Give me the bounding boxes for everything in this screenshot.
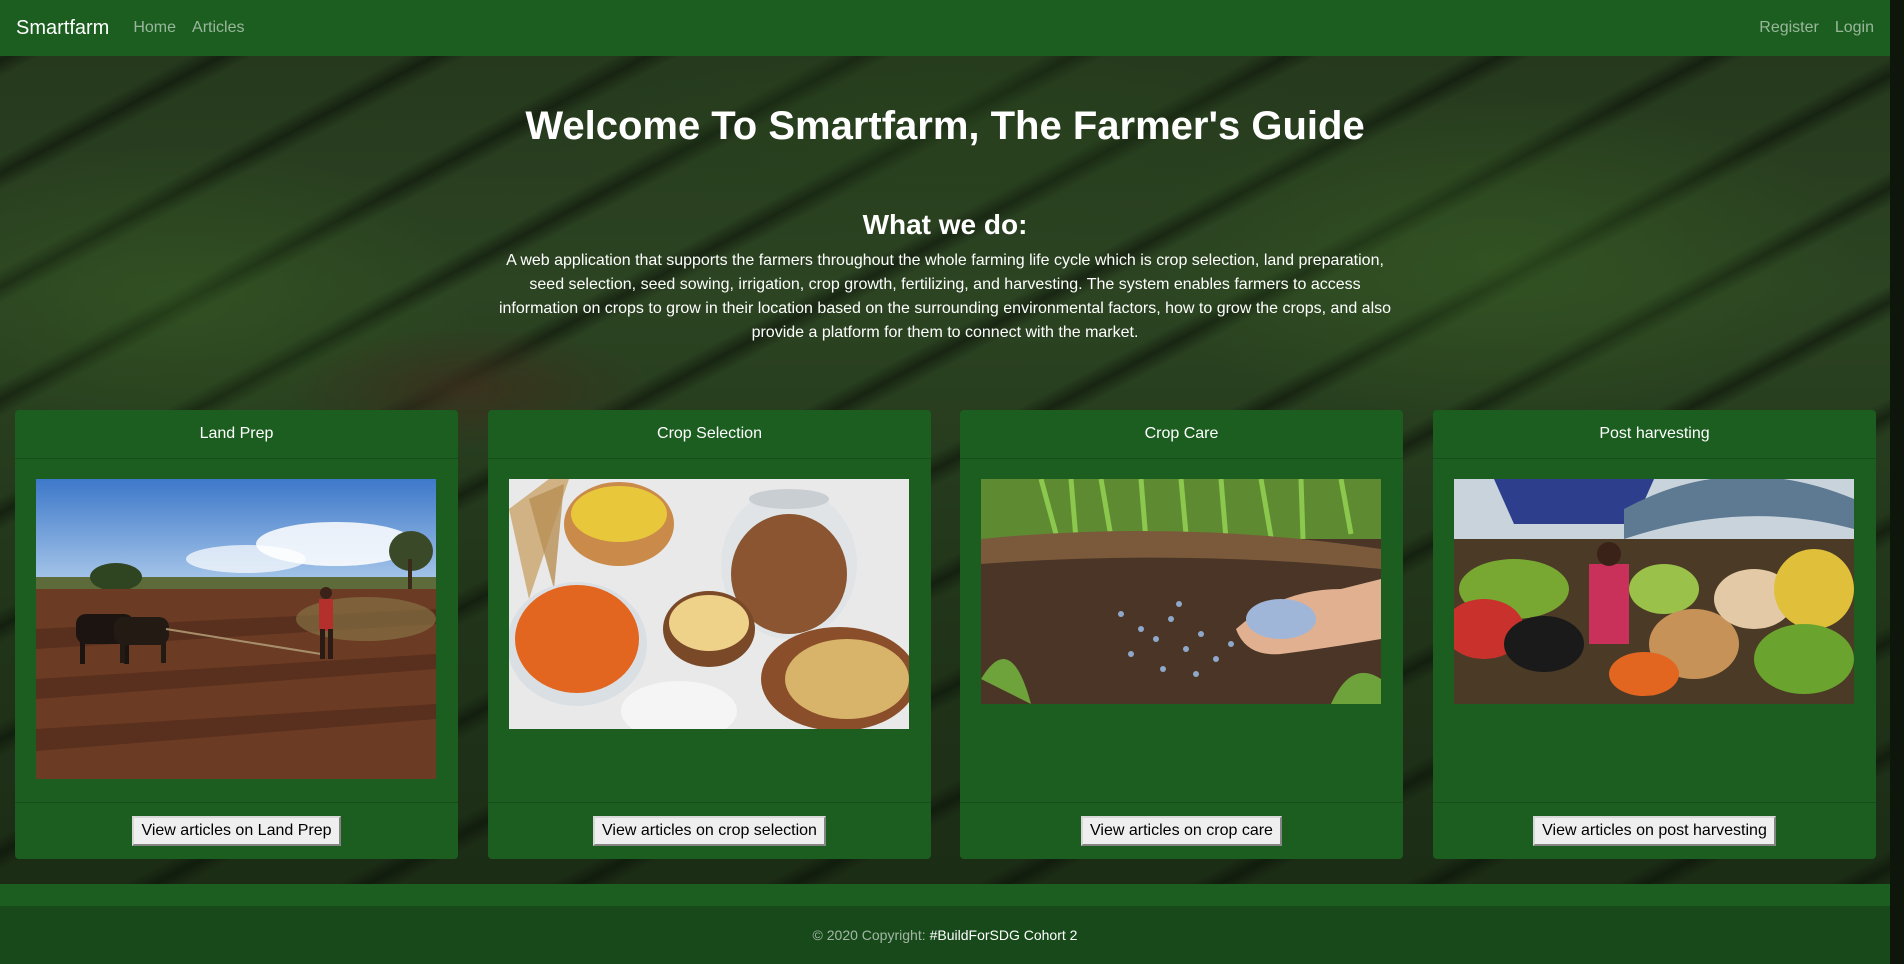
- card-title: Post harvesting: [1433, 410, 1876, 459]
- card-title: Crop Selection: [488, 410, 931, 459]
- card-crop-selection: Crop Selection View articles on crop sel…: [488, 410, 931, 859]
- crop-care-image: [981, 479, 1381, 704]
- navbar: Smartfarm Home Articles Register Login: [0, 0, 1890, 56]
- land-prep-image: [36, 479, 436, 779]
- footer-org-link[interactable]: #BuildForSDG Cohort 2: [930, 927, 1078, 943]
- view-crop-selection-articles-button[interactable]: View articles on crop selection: [593, 816, 826, 846]
- brand-link[interactable]: Smartfarm: [16, 17, 109, 40]
- card-title: Crop Care: [960, 410, 1403, 459]
- view-post-harvesting-articles-button[interactable]: View articles on post harvesting: [1533, 816, 1776, 846]
- nav-link-home[interactable]: Home: [133, 19, 176, 37]
- card-footer: View articles on crop care: [960, 802, 1403, 859]
- footer-copyright: © 2020 Copyright:: [812, 927, 926, 943]
- card-footer: View articles on Land Prep: [15, 802, 458, 859]
- nav-link-articles[interactable]: Articles: [192, 19, 244, 37]
- card-title: Land Prep: [15, 410, 458, 459]
- what-we-do-description: A web application that supports the farm…: [498, 252, 1392, 341]
- footer: © 2020 Copyright: #BuildForSDG Cohort 2: [0, 906, 1890, 964]
- post-harvesting-image: [1454, 479, 1854, 704]
- nav-link-register[interactable]: Register: [1759, 19, 1819, 37]
- card-footer: View articles on crop selection: [488, 802, 931, 859]
- page: Smartfarm Home Articles Register Login W…: [0, 0, 1904, 964]
- hero-title: Welcome To Smartfarm, The Farmer's Guide: [525, 104, 1365, 148]
- card-crop-care: Crop Care View articles on crop care: [960, 410, 1403, 859]
- card-footer: View articles on post harvesting: [1433, 802, 1876, 859]
- what-we-do-heading: What we do:: [862, 209, 1028, 240]
- nav-right-group: Register Login: [1743, 19, 1874, 37]
- view-land-prep-articles-button[interactable]: View articles on Land Prep: [132, 816, 341, 846]
- view-crop-care-articles-button[interactable]: View articles on crop care: [1081, 816, 1282, 846]
- nav-link-login[interactable]: Login: [1835, 19, 1874, 37]
- card-post-harvesting: Post harvesting View articles on post ha…: [1433, 410, 1876, 859]
- footer-band: [0, 884, 1890, 906]
- scrollbar-gutter: [1890, 0, 1904, 964]
- crop-selection-image: [509, 479, 909, 729]
- card-land-prep: Land Prep View articles on Land Prep: [15, 410, 458, 859]
